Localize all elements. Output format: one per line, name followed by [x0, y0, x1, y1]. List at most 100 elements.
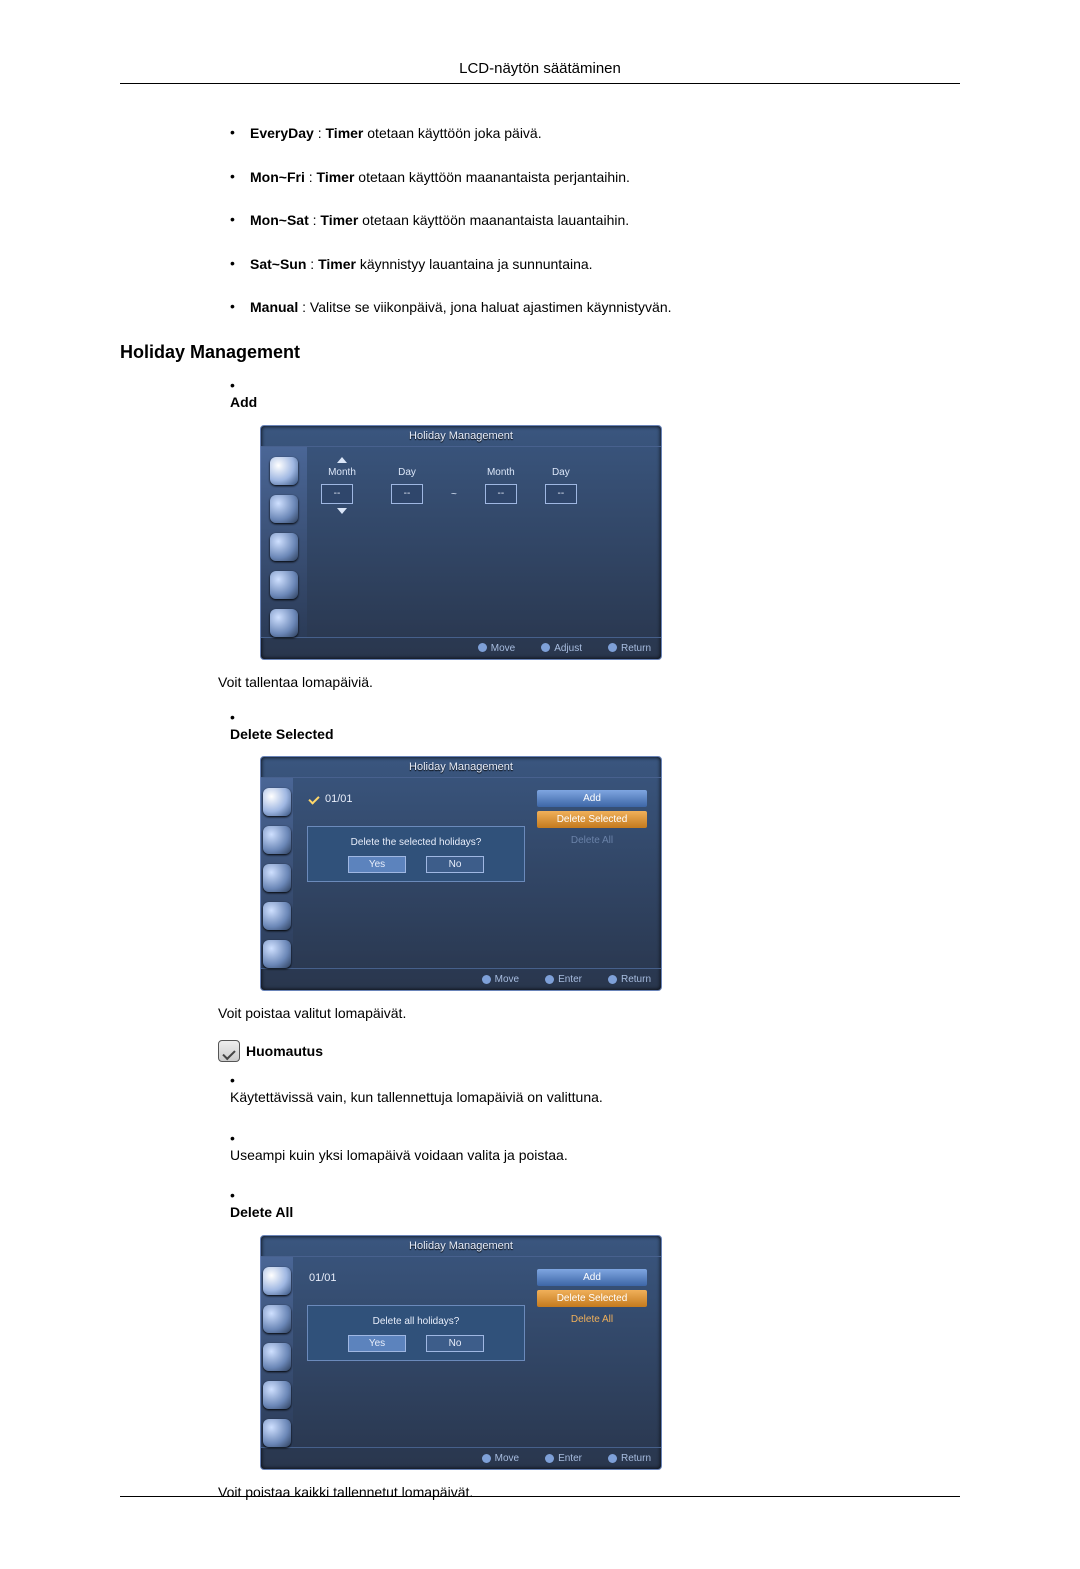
figure-delete-selected: Holiday Management 01/01 [260, 756, 960, 991]
delete-selected-button[interactable]: Delete Selected [537, 811, 647, 828]
col-label: Day [545, 467, 577, 478]
range-separator: ~ [451, 489, 457, 500]
bullet-icon [230, 124, 250, 140]
option-rest: otetaan käyttöön joka päivä. [363, 125, 541, 141]
value-box: -- [485, 484, 517, 504]
clock-icon [263, 1343, 291, 1371]
footer-return: Return [608, 1453, 651, 1464]
note-text: Käytettävissä vain, kun tallennettuja lo… [230, 1088, 960, 1108]
no-button[interactable]: No [426, 1335, 484, 1352]
list-item: Sat~Sun : Timer käynnistyy lauantaina ja… [230, 255, 960, 275]
footer [120, 1496, 960, 1497]
sep: : [309, 212, 321, 228]
osd-footer: Move Adjust Return [261, 637, 661, 659]
osd-sidebar [261, 778, 293, 968]
list-item: Mon~Sat : Timer otetaan käyttöön maanant… [230, 211, 960, 231]
osd-title: Holiday Management [261, 426, 661, 447]
osd-footer: Move Enter Return [261, 1447, 661, 1469]
osd-panel: Holiday Management 01/01 [260, 1235, 662, 1470]
holiday-row[interactable]: 01/01 [307, 1269, 525, 1287]
note-text: Useampi kuin yksi lomapäivä voidaan vali… [230, 1146, 960, 1166]
footer-enter: Enter [545, 974, 582, 985]
delete-all-label: Delete All [230, 1204, 293, 1220]
multi-icon [270, 609, 298, 637]
no-button[interactable]: No [426, 856, 484, 873]
day-from-field[interactable]: Day -- [391, 467, 423, 504]
option-name: EveryDay [250, 125, 314, 141]
picture-icon [270, 457, 298, 485]
add-button[interactable]: Add [537, 1269, 647, 1286]
sep: : [298, 299, 310, 315]
footer-move: Move [478, 643, 515, 654]
list-item: EveryDay : Timer otetaan käyttöön joka p… [230, 124, 960, 144]
list-item-text: Mon~Fri : Timer otetaan käyttöön maanant… [250, 168, 960, 188]
add-desc: Voit tallentaa lomapäiviä. [218, 672, 960, 693]
add-button[interactable]: Add [537, 790, 647, 807]
delete-all-button[interactable]: Delete All [537, 832, 647, 849]
footer-enter: Enter [545, 1453, 582, 1464]
note-list: Käytettävissä vain, kun tallennettuja lo… [230, 1072, 960, 1165]
footer-rule [120, 1496, 960, 1497]
multi-icon [263, 940, 291, 968]
multi-icon [263, 1419, 291, 1447]
delete-all-desc: Voit poistaa kaikki tallennetut lomapäiv… [218, 1482, 960, 1503]
option-bold2: Timer [320, 212, 358, 228]
day-to-field[interactable]: Day -- [545, 467, 577, 504]
gear-icon [263, 1381, 291, 1409]
list-item-text: Mon~Sat : Timer otetaan käyttöön maanant… [250, 211, 960, 231]
delete-all-button[interactable]: Delete All [537, 1311, 647, 1328]
option-rest: käynnistyy lauantaina ja sunnuntaina. [356, 256, 593, 272]
footer-move: Move [482, 974, 519, 985]
yes-button[interactable]: Yes [348, 1335, 406, 1352]
header-rule [120, 83, 960, 84]
osd-title: Holiday Management [261, 757, 661, 778]
list-item: Käytettävissä vain, kun tallennettuja lo… [230, 1072, 960, 1108]
month-from-field[interactable]: Month -- [321, 467, 363, 504]
osd-title: Holiday Management [261, 1236, 661, 1257]
sound-icon [263, 1305, 291, 1333]
month-to-field[interactable]: Month -- [485, 467, 517, 504]
clock-icon [263, 864, 291, 892]
col-label: Month [485, 467, 517, 478]
bullet-icon [230, 1130, 250, 1146]
option-name: Sat~Sun [250, 256, 306, 272]
chevron-up-icon [337, 457, 347, 463]
note-label: Huomautus [246, 1043, 323, 1059]
bullet-icon [230, 168, 250, 184]
bullet-icon [230, 377, 250, 393]
gear-icon [263, 902, 291, 930]
bullet-icon [230, 211, 250, 227]
option-name: Mon~Sat [250, 212, 309, 228]
osd-panel: Holiday Management 01/01 [260, 756, 662, 991]
list-item: Useampi kuin yksi lomapäivä voidaan vali… [230, 1130, 960, 1166]
option-name: Manual [250, 299, 298, 315]
manual-page: LCD-näytön säätäminen EveryDay : Timer o… [0, 0, 1080, 1569]
picture-icon [263, 788, 291, 816]
sep: : [305, 169, 317, 185]
list-item: Mon~Fri : Timer otetaan käyttöön maanant… [230, 168, 960, 188]
holiday-sublist: Delete All [120, 1187, 960, 1223]
delete-selected-button[interactable]: Delete Selected [537, 1290, 647, 1307]
osd-main: Month -- Day -- ~ Month -- [307, 447, 661, 637]
osd-main: 01/01 Delete all holidays? Yes No [293, 1257, 661, 1447]
holiday-date: 01/01 [325, 793, 353, 805]
list-item-text: EveryDay : Timer otetaan käyttöön joka p… [250, 124, 960, 144]
footer-return: Return [608, 974, 651, 985]
bullet-icon [230, 1187, 250, 1203]
sep: : [306, 256, 318, 272]
delete-selected-label: Delete Selected [230, 726, 334, 742]
yes-button[interactable]: Yes [348, 856, 406, 873]
holiday-sublist: Add [120, 377, 960, 413]
confirm-dialog: Delete the selected holidays? Yes No [307, 826, 525, 882]
holiday-sublist: Delete Selected [120, 709, 960, 745]
option-bold2: Timer [317, 169, 355, 185]
dialog-question: Delete the selected holidays? [316, 837, 516, 848]
osd-footer: Move Enter Return [261, 968, 661, 990]
holiday-row[interactable]: 01/01 [307, 790, 525, 808]
figure-delete-all: Holiday Management 01/01 [260, 1235, 960, 1470]
picture-icon [263, 1267, 291, 1295]
option-bold2: Timer [326, 125, 364, 141]
chevron-down-icon [337, 508, 347, 514]
note-icon [218, 1040, 240, 1062]
bullet-icon [230, 1072, 250, 1088]
